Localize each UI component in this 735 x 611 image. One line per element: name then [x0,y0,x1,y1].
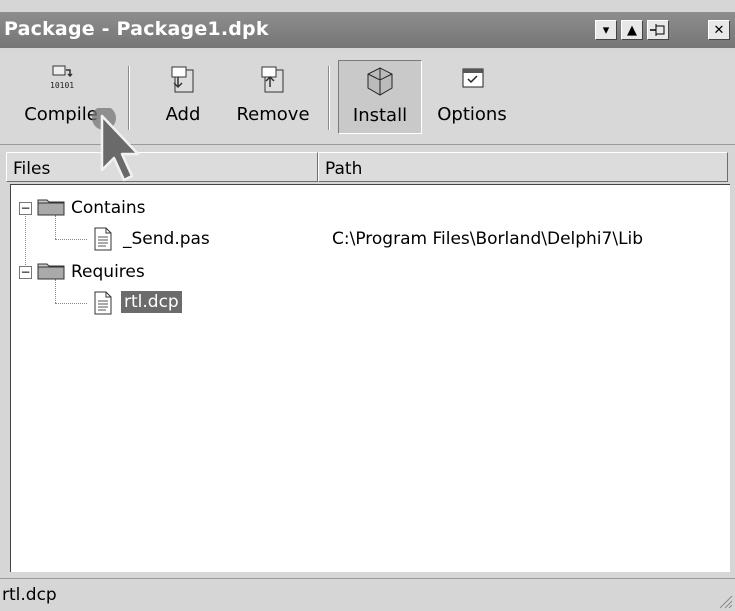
file-icon [94,227,112,251]
pin-icon [650,24,665,36]
compile-button[interactable]: 10101 Compile [20,60,102,134]
tree-connector [55,239,87,240]
add-label: Add [165,104,201,125]
tree-node-send-pas[interactable]: _Send.pas [123,226,210,252]
collapse-toggle[interactable]: − [19,266,32,279]
file-icon [94,291,112,315]
dropdown-button[interactable]: ▾ [595,20,617,40]
folder-icon [37,263,65,280]
options-button[interactable]: Options [430,60,514,134]
title-bar[interactable]: Package - Package1.dpk ▾ ▲ ✕ [0,12,735,48]
tree-connector [25,211,26,269]
status-text: rtl.dcp [2,585,57,605]
compile-icon: 10101 [50,65,74,90]
svg-text:10101: 10101 [50,81,74,90]
window-title: Package - Package1.dpk [4,18,269,40]
options-icon [462,68,484,88]
toolbar-separator [128,66,130,130]
maximize-button[interactable]: ▲ [621,20,643,40]
column-header-files[interactable]: Files [6,152,318,182]
add-button[interactable]: Add [150,60,216,134]
collapse-toggle[interactable]: − [19,202,32,215]
close-icon: ✕ [713,22,725,38]
pin-button[interactable] [647,20,669,40]
install-icon [367,67,393,96]
chevron-down-icon: ▾ [602,22,610,38]
selected-item-label: rtl.dcp [121,291,182,313]
tree-connector [55,215,56,239]
tree-connector [55,279,56,303]
install-label: Install [352,105,408,126]
close-button[interactable]: ✕ [708,20,730,40]
column-header-path[interactable]: Path [318,152,728,182]
column-headers: Files Path [6,152,728,182]
maximize-icon: ▲ [627,22,637,38]
status-bar: rtl.dcp [0,578,735,611]
file-path: C:\Program Files\Borland\Delphi7\Lib [332,229,644,249]
folder-icon [37,199,65,216]
tree-node-requires[interactable]: Requires [71,259,145,285]
remove-label: Remove [236,104,310,125]
resize-grip-icon[interactable] [715,591,733,609]
package-window: Package - Package1.dpk ▾ ▲ ✕ 10101 Compi… [0,0,735,611]
tree-node-contains[interactable]: Contains [71,195,145,221]
tree-connector [55,303,87,304]
remove-button[interactable]: Remove [226,60,320,134]
options-label: Options [437,104,507,125]
compile-label: Compile [24,104,98,125]
add-icon [171,66,194,93]
remove-icon [261,66,284,93]
toolbar-separator [328,66,330,130]
package-tree[interactable]: − Contains _Send.pas C:\Program Files\Bo… [10,184,730,572]
install-button[interactable]: Install [338,60,422,134]
toolbar: 10101 Compile Add Remove Install Options [0,52,735,145]
tree-node-rtl-dcp[interactable]: rtl.dcp [121,289,182,315]
